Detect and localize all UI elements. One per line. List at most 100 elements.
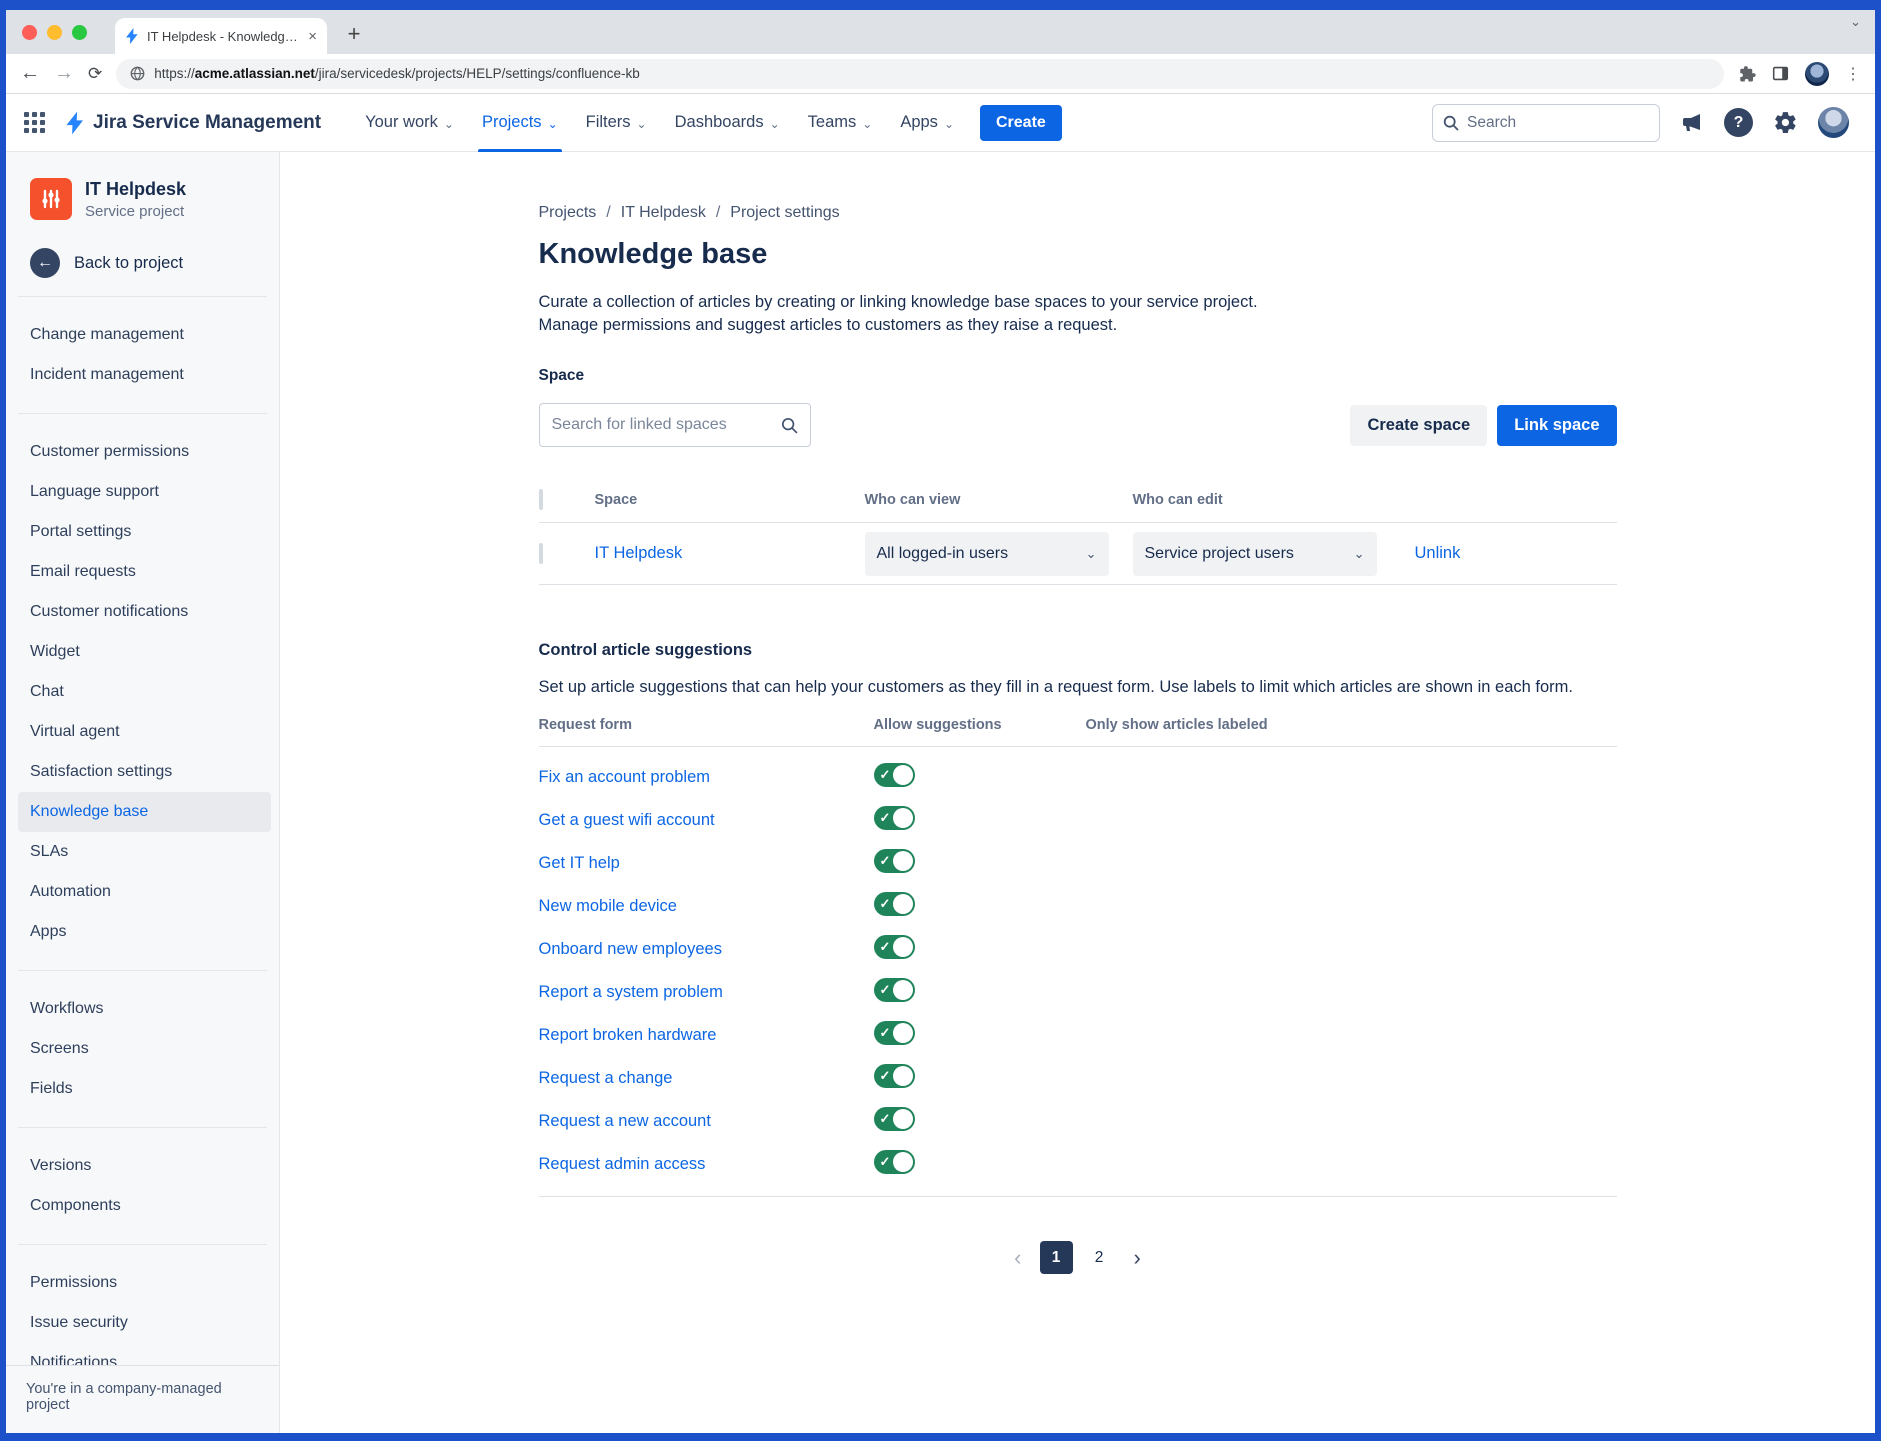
- page-1-button[interactable]: 1: [1040, 1241, 1073, 1274]
- extensions-puzzle-icon[interactable]: [1738, 65, 1756, 83]
- unlink-link[interactable]: Unlink: [1415, 544, 1461, 562]
- close-window-button[interactable]: [22, 25, 37, 40]
- linked-spaces-search[interactable]: [539, 403, 811, 447]
- allow-suggestions-toggle[interactable]: ✓: [874, 935, 915, 959]
- allow-suggestions-toggle[interactable]: ✓: [874, 1064, 915, 1088]
- sidebar-item-knowledge-base[interactable]: Knowledge base: [18, 792, 271, 832]
- browser-profile-avatar[interactable]: [1805, 62, 1829, 86]
- nav-filters[interactable]: Filters⌄: [574, 94, 659, 152]
- megaphone-icon[interactable]: [1680, 111, 1704, 135]
- sidebar-item-issue-security[interactable]: Issue security: [18, 1303, 271, 1343]
- sidebar-item-screens[interactable]: Screens: [18, 1029, 271, 1069]
- create-button[interactable]: Create: [980, 105, 1062, 141]
- sidebar-item-components[interactable]: Components: [18, 1186, 271, 1226]
- allow-suggestions-toggle[interactable]: ✓: [874, 806, 915, 830]
- next-page-icon[interactable]: ›: [1126, 1245, 1149, 1271]
- allow-suggestions-toggle[interactable]: ✓: [874, 892, 915, 916]
- project-name: IT Helpdesk: [85, 179, 186, 200]
- check-icon: ✓: [880, 1111, 891, 1127]
- sidebar-item-incident-management[interactable]: Incident management: [18, 355, 271, 395]
- allow-suggestions-toggle[interactable]: ✓: [874, 1021, 915, 1045]
- tab-search-chevron-icon[interactable]: ⌄: [1850, 14, 1861, 30]
- sidebar-item-satisfaction-settings[interactable]: Satisfaction settings: [18, 752, 271, 792]
- who-can-view-select[interactable]: All logged-in users ⌄: [865, 532, 1109, 576]
- suggestion-row: Request admin access ✓: [539, 1143, 1617, 1186]
- sidebar-item-chat[interactable]: Chat: [18, 672, 271, 712]
- global-search[interactable]: [1432, 104, 1660, 142]
- address-bar[interactable]: https://acme.atlassian.net/jira/serviced…: [116, 59, 1724, 89]
- back-icon[interactable]: ←: [20, 62, 40, 85]
- space-link[interactable]: IT Helpdesk: [595, 544, 683, 562]
- check-icon: ✓: [880, 982, 891, 998]
- sidebar-item-slas[interactable]: SLAs: [18, 832, 271, 872]
- sidebar-item-automation[interactable]: Automation: [18, 872, 271, 912]
- allow-suggestions-toggle[interactable]: ✓: [874, 763, 915, 787]
- sidebar-item-fields[interactable]: Fields: [18, 1069, 271, 1109]
- tab-close-icon[interactable]: ×: [308, 28, 317, 45]
- sidebar-item-customer-notifications[interactable]: Customer notifications: [18, 592, 271, 632]
- request-form-link[interactable]: Report a system problem: [539, 983, 723, 1001]
- sidebar-item-language-support[interactable]: Language support: [18, 472, 271, 512]
- request-form-link[interactable]: Onboard new employees: [539, 940, 722, 958]
- breadcrumb: Projects / IT Helpdesk / Project setting…: [539, 204, 1617, 222]
- page-2-button[interactable]: 2: [1083, 1241, 1116, 1274]
- request-form-link[interactable]: Request a change: [539, 1069, 673, 1087]
- breadcrumb-project-settings[interactable]: Project settings: [730, 204, 839, 222]
- zoom-window-button[interactable]: [72, 25, 87, 40]
- allow-suggestions-toggle[interactable]: ✓: [874, 849, 915, 873]
- browser-menu-kebab-icon[interactable]: ⋮: [1845, 64, 1861, 84]
- link-space-button[interactable]: Link space: [1497, 405, 1616, 446]
- previous-page-icon[interactable]: ‹: [1006, 1245, 1029, 1271]
- sidebar-item-portal-settings[interactable]: Portal settings: [18, 512, 271, 552]
- divider: [18, 296, 267, 297]
- back-to-project[interactable]: ← Back to project: [6, 248, 279, 278]
- app-switcher-icon[interactable]: [24, 112, 45, 133]
- allow-suggestions-toggle[interactable]: ✓: [874, 978, 915, 1002]
- site-info-globe-icon[interactable]: [130, 66, 145, 81]
- sidebar-item-customer-permissions[interactable]: Customer permissions: [18, 432, 271, 472]
- sidebar-item-workflows[interactable]: Workflows: [18, 989, 271, 1029]
- request-form-link[interactable]: Get IT help: [539, 854, 620, 872]
- nav-projects[interactable]: Projects⌄: [470, 94, 570, 152]
- request-form-link[interactable]: New mobile device: [539, 897, 677, 915]
- side-panel-icon[interactable]: [1772, 65, 1789, 82]
- search-input[interactable]: [1467, 114, 1649, 132]
- new-tab-button[interactable]: +: [339, 20, 369, 50]
- allow-suggestions-toggle[interactable]: ✓: [874, 1107, 915, 1131]
- breadcrumb-projects[interactable]: Projects: [539, 204, 597, 222]
- row-checkbox[interactable]: [539, 543, 543, 564]
- select-all-checkbox[interactable]: [539, 489, 543, 510]
- request-form-link[interactable]: Get a guest wifi account: [539, 811, 715, 829]
- user-avatar[interactable]: [1818, 107, 1849, 138]
- forward-icon[interactable]: →: [54, 62, 74, 85]
- sidebar-item-email-requests[interactable]: Email requests: [18, 552, 271, 592]
- sidebar-item-versions[interactable]: Versions: [18, 1146, 271, 1186]
- request-form-link[interactable]: Request admin access: [539, 1155, 706, 1173]
- sidebar-item-apps[interactable]: Apps: [18, 912, 271, 952]
- nav-your-work[interactable]: Your work⌄: [353, 94, 466, 152]
- divider: [18, 1244, 267, 1245]
- create-space-button[interactable]: Create space: [1350, 405, 1487, 446]
- sidebar-item-widget[interactable]: Widget: [18, 632, 271, 672]
- who-can-edit-select[interactable]: Service project users ⌄: [1133, 532, 1377, 576]
- request-form-link[interactable]: Report broken hardware: [539, 1026, 717, 1044]
- request-form-link[interactable]: Request a new account: [539, 1112, 711, 1130]
- reload-icon[interactable]: ⟳: [88, 64, 102, 84]
- nav-apps[interactable]: Apps⌄: [888, 94, 966, 152]
- browser-tab[interactable]: IT Helpdesk - Knowledge base ×: [115, 18, 327, 54]
- nav-teams[interactable]: Teams⌄: [796, 94, 885, 152]
- sidebar-item-virtual-agent[interactable]: Virtual agent: [18, 712, 271, 752]
- product-logo[interactable]: Jira Service Management: [65, 111, 321, 135]
- sidebar-item-permissions[interactable]: Permissions: [18, 1263, 271, 1303]
- nav-dashboards[interactable]: Dashboards⌄: [663, 94, 792, 152]
- minimize-window-button[interactable]: [47, 25, 62, 40]
- breadcrumb-it-helpdesk[interactable]: IT Helpdesk: [621, 204, 706, 222]
- gear-icon[interactable]: [1773, 110, 1798, 135]
- suggestion-row: Get a guest wifi account ✓: [539, 799, 1617, 842]
- linked-spaces-search-input[interactable]: [552, 416, 781, 434]
- allow-suggestions-toggle[interactable]: ✓: [874, 1150, 915, 1174]
- sidebar-item-change-management[interactable]: Change management: [18, 315, 271, 355]
- suggestion-row: Request a change ✓: [539, 1057, 1617, 1100]
- request-form-link[interactable]: Fix an account problem: [539, 768, 711, 786]
- help-icon[interactable]: ?: [1724, 108, 1753, 137]
